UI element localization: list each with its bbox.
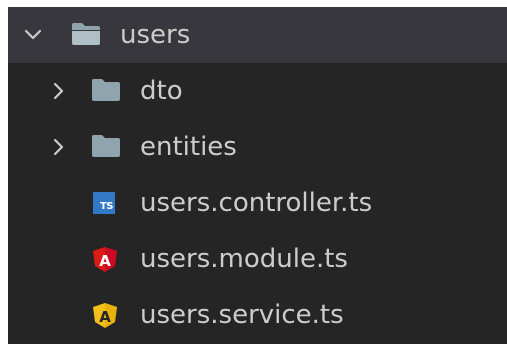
chevron-right-icon[interactable] [48, 80, 70, 102]
file-name-users-service: users.service.ts [140, 300, 344, 330]
typescript-icon: TS [93, 192, 115, 214]
folder-open-icon [70, 21, 102, 47]
tree-item-entities-folder[interactable]: entities [8, 119, 507, 175]
file-name-users-module: users.module.ts [140, 244, 348, 274]
angular-module-icon: A [92, 246, 118, 273]
typescript-icon-text: TS [93, 192, 115, 214]
angular-module-icon-text: A [99, 252, 111, 270]
folder-name-users: users [120, 20, 191, 50]
angular-service-icon-text: A [99, 308, 111, 326]
tree-item-users-module-file[interactable]: A users.module.ts [8, 231, 507, 287]
tree-item-dto-folder[interactable]: dto [8, 63, 507, 119]
file-explorer-panel: users dto entities TS users.controller.t… [8, 7, 507, 344]
folder-name-dto: dto [140, 76, 183, 106]
tree-item-users-folder[interactable]: users [8, 7, 507, 63]
folder-name-entities: entities [140, 132, 237, 162]
tree-item-users-controller-file[interactable]: TS users.controller.ts [8, 175, 507, 231]
folder-icon [90, 133, 122, 159]
folder-icon [90, 77, 122, 103]
chevron-down-icon[interactable] [22, 24, 44, 46]
chevron-right-icon[interactable] [48, 136, 70, 158]
tree-item-users-service-file[interactable]: A users.service.ts [8, 287, 507, 343]
file-name-users-controller: users.controller.ts [140, 188, 373, 218]
angular-service-icon: A [92, 302, 118, 329]
